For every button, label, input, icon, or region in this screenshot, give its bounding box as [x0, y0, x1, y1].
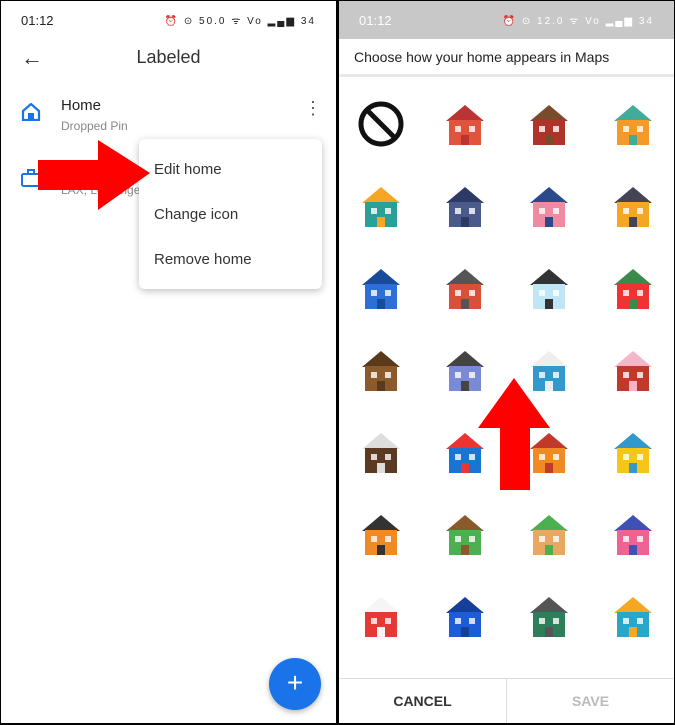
choose-icon-screen: 01:12 ⏰ ⊙ 12.0 ᯤ Vo ▂▄▆ 34 Choose how you… [339, 1, 674, 723]
tower-icon [530, 597, 568, 637]
red-house-icon [446, 269, 484, 309]
submarine-icon [614, 433, 652, 473]
icon-option-pink-storefront[interactable] [591, 493, 674, 575]
icon-option-camper-van[interactable] [339, 165, 423, 247]
icon-option-adobe-house[interactable] [507, 493, 591, 575]
brick-apartment-icon [446, 105, 484, 145]
back-arrow-icon[interactable]: ← [21, 45, 43, 71]
save-button[interactable]: SAVE [507, 679, 674, 723]
add-fab-button[interactable]: + [269, 658, 321, 710]
icon-option-log-cabin[interactable] [339, 329, 423, 411]
red-arrow-right-annotation [38, 140, 150, 210]
teepee-icon [362, 515, 400, 555]
skyscraper-icon [362, 269, 400, 309]
icon-option-teepee[interactable] [339, 493, 423, 575]
item-name: Home [61, 97, 102, 114]
icon-option-pink-house[interactable] [507, 165, 591, 247]
status-time: 01:12 [359, 12, 392, 28]
icon-option-tower[interactable] [507, 575, 591, 657]
icon-option-barn[interactable] [507, 83, 591, 165]
pink-house-icon [530, 187, 568, 227]
cancel-button[interactable]: CANCEL [339, 679, 507, 723]
menu-item-edit-home[interactable]: Edit home [139, 149, 322, 194]
none-icon [358, 101, 404, 147]
status-bar: 01:12 ⏰ ⊙ 12.0 ᯤ Vo ▂▄▆ 34 [339, 1, 674, 39]
menu-item-change-icon[interactable]: Change icon [139, 194, 322, 239]
icon-option-pirate-ship[interactable] [339, 411, 423, 493]
pagoda-icon [614, 351, 652, 391]
item-subtitle: Dropped Pin [61, 119, 128, 133]
castle-icon [446, 187, 484, 227]
icon-option-none[interactable] [339, 83, 423, 165]
dialog-heading: Choose how your home appears in Maps [339, 39, 674, 77]
icon-option-construction-crane[interactable] [591, 165, 674, 247]
icon-option-brick-apartment[interactable] [423, 83, 507, 165]
icon-option-igloo[interactable] [507, 247, 591, 329]
dragon-icon [614, 597, 652, 637]
icon-option-castle[interactable] [423, 165, 507, 247]
lighthouse-icon [614, 269, 652, 309]
icon-option-orange-shop[interactable] [591, 83, 674, 165]
igloo-icon [530, 269, 568, 309]
status-icons: ⏰ ⊙ 50.0 ᯤ Vo ▂▄▆ 34 [164, 16, 316, 27]
icon-option-lighthouse[interactable] [591, 247, 674, 329]
app-bar: ← Labeled [1, 39, 336, 79]
home-icon [21, 103, 41, 121]
icon-option-red-storefront[interactable] [339, 575, 423, 657]
context-menu: Edit home Change icon Remove home [139, 139, 322, 289]
menu-item-remove-home[interactable]: Remove home [139, 239, 322, 284]
pink-storefront-icon [614, 515, 652, 555]
status-icons: ⏰ ⊙ 12.0 ᯤ Vo ▂▄▆ 34 [502, 16, 654, 27]
red-storefront-icon [362, 597, 400, 637]
status-time: 01:12 [21, 12, 54, 28]
icon-option-submarine[interactable] [591, 411, 674, 493]
pirate-ship-icon [362, 433, 400, 473]
icon-option-couch[interactable] [423, 575, 507, 657]
icon-option-treehouse[interactable] [423, 493, 507, 575]
log-cabin-icon [362, 351, 400, 391]
red-arrow-up-annotation [478, 378, 550, 490]
barn-icon [530, 105, 568, 145]
couch-icon [446, 597, 484, 637]
labeled-places-screen: 01:12 ⏰ ⊙ 50.0 ᯤ Vo ▂▄▆ 34 ← Labeled Home… [1, 1, 336, 723]
construction-crane-icon [614, 187, 652, 227]
more-options-icon[interactable]: ⋮ [304, 99, 322, 117]
camper-van-icon [362, 187, 400, 227]
icon-option-dragon[interactable] [591, 575, 674, 657]
icon-option-pagoda[interactable] [591, 329, 674, 411]
treehouse-icon [446, 515, 484, 555]
adobe-house-icon [530, 515, 568, 555]
orange-shop-icon [614, 105, 652, 145]
status-bar: 01:12 ⏰ ⊙ 50.0 ᯤ Vo ▂▄▆ 34 [1, 1, 336, 39]
dialog-footer: CANCEL SAVE [339, 678, 674, 723]
page-title: Labeled [136, 47, 201, 67]
icon-option-red-house[interactable] [423, 247, 507, 329]
icon-option-skyscraper[interactable] [339, 247, 423, 329]
